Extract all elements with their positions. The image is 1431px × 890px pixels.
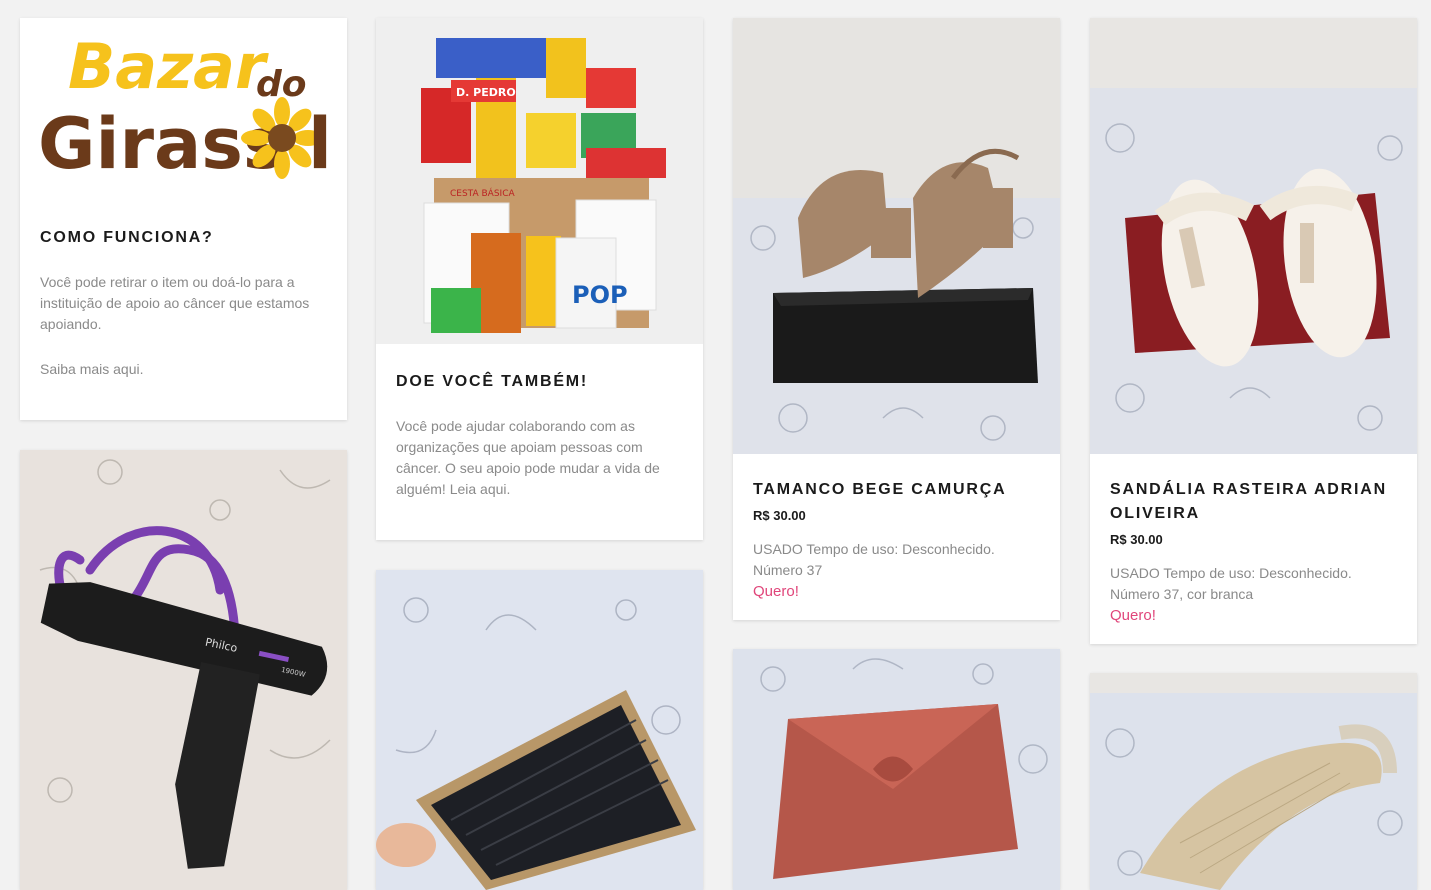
svg-text:POP: POP (572, 281, 628, 309)
info-card-how-it-works: Bazar do Girass l COMO FUNCIONA? Você po… (20, 18, 347, 420)
clutch-photo (733, 649, 1060, 890)
sandal-photo (1090, 18, 1417, 454)
product-image (733, 649, 1060, 890)
product-image (733, 18, 1060, 454)
product-image: Philco 1900W (20, 450, 347, 890)
product-image (376, 570, 703, 890)
product-title[interactable]: TAMANCO BEGE CAMURÇA (753, 478, 1040, 502)
svg-text:CESTA BÁSICA: CESTA BÁSICA (450, 187, 515, 199)
info-card-donate: CESTA BÁSICA D. PEDRO POP DOE VOCÊ TAMBÉ… (376, 18, 703, 540)
basket-image: CESTA BÁSICA D. PEDRO POP (376, 18, 703, 344)
product-card-hair-dryer[interactable]: Philco 1900W (20, 450, 347, 890)
basket-photo: CESTA BÁSICA D. PEDRO POP (376, 18, 703, 344)
product-description: USADO Tempo de uso: Desconhecido. Número… (1110, 565, 1352, 602)
product-image (1090, 673, 1417, 890)
card-text: Você pode retirar o item ou doá-lo para … (40, 274, 310, 332)
product-card-sandalia[interactable]: SANDÁLIA RASTEIRA ADRIAN OLIVEIRA R$ 30.… (1090, 18, 1417, 644)
card-title: COMO FUNCIONA? (40, 229, 214, 246)
product-image (1090, 18, 1417, 454)
wallet-photo (376, 570, 703, 890)
product-description: USADO Tempo de uso: Desconhecido. Número… (753, 541, 995, 578)
logo-word-bazar: Bazar (68, 30, 269, 103)
product-card-tamanco[interactable]: TAMANCO BEGE CAMURÇA R$ 30.00 USADO Temp… (733, 18, 1060, 620)
card-title: DOE VOCÊ TAMBÉM! (396, 373, 589, 390)
product-price: R$ 30.00 (1110, 532, 1163, 547)
product-price: R$ 30.00 (753, 508, 806, 523)
logo-word-l: l (308, 103, 332, 185)
visor-photo (1090, 673, 1417, 890)
product-card-clutch[interactable] (733, 649, 1060, 890)
read-more-link[interactable]: Saiba mais aqui. (40, 361, 144, 377)
hair-dryer-photo: Philco 1900W (20, 450, 347, 890)
bazar-logo-graphic: Bazar do Girass l (38, 30, 332, 185)
svg-text:D. PEDRO: D. PEDRO (456, 86, 516, 99)
product-card-visor[interactable] (1090, 673, 1417, 890)
tamanco-photo (733, 18, 1060, 454)
want-button[interactable]: Quero! (1110, 607, 1156, 624)
product-card-wallet[interactable] (376, 570, 703, 890)
product-title[interactable]: SANDÁLIA RASTEIRA ADRIAN OLIVEIRA (1110, 478, 1397, 526)
want-button[interactable]: Quero! (753, 583, 799, 600)
bazar-logo: Bazar do Girass l (20, 18, 347, 200)
card-text: Você pode ajudar colaborando com as orga… (396, 418, 660, 497)
